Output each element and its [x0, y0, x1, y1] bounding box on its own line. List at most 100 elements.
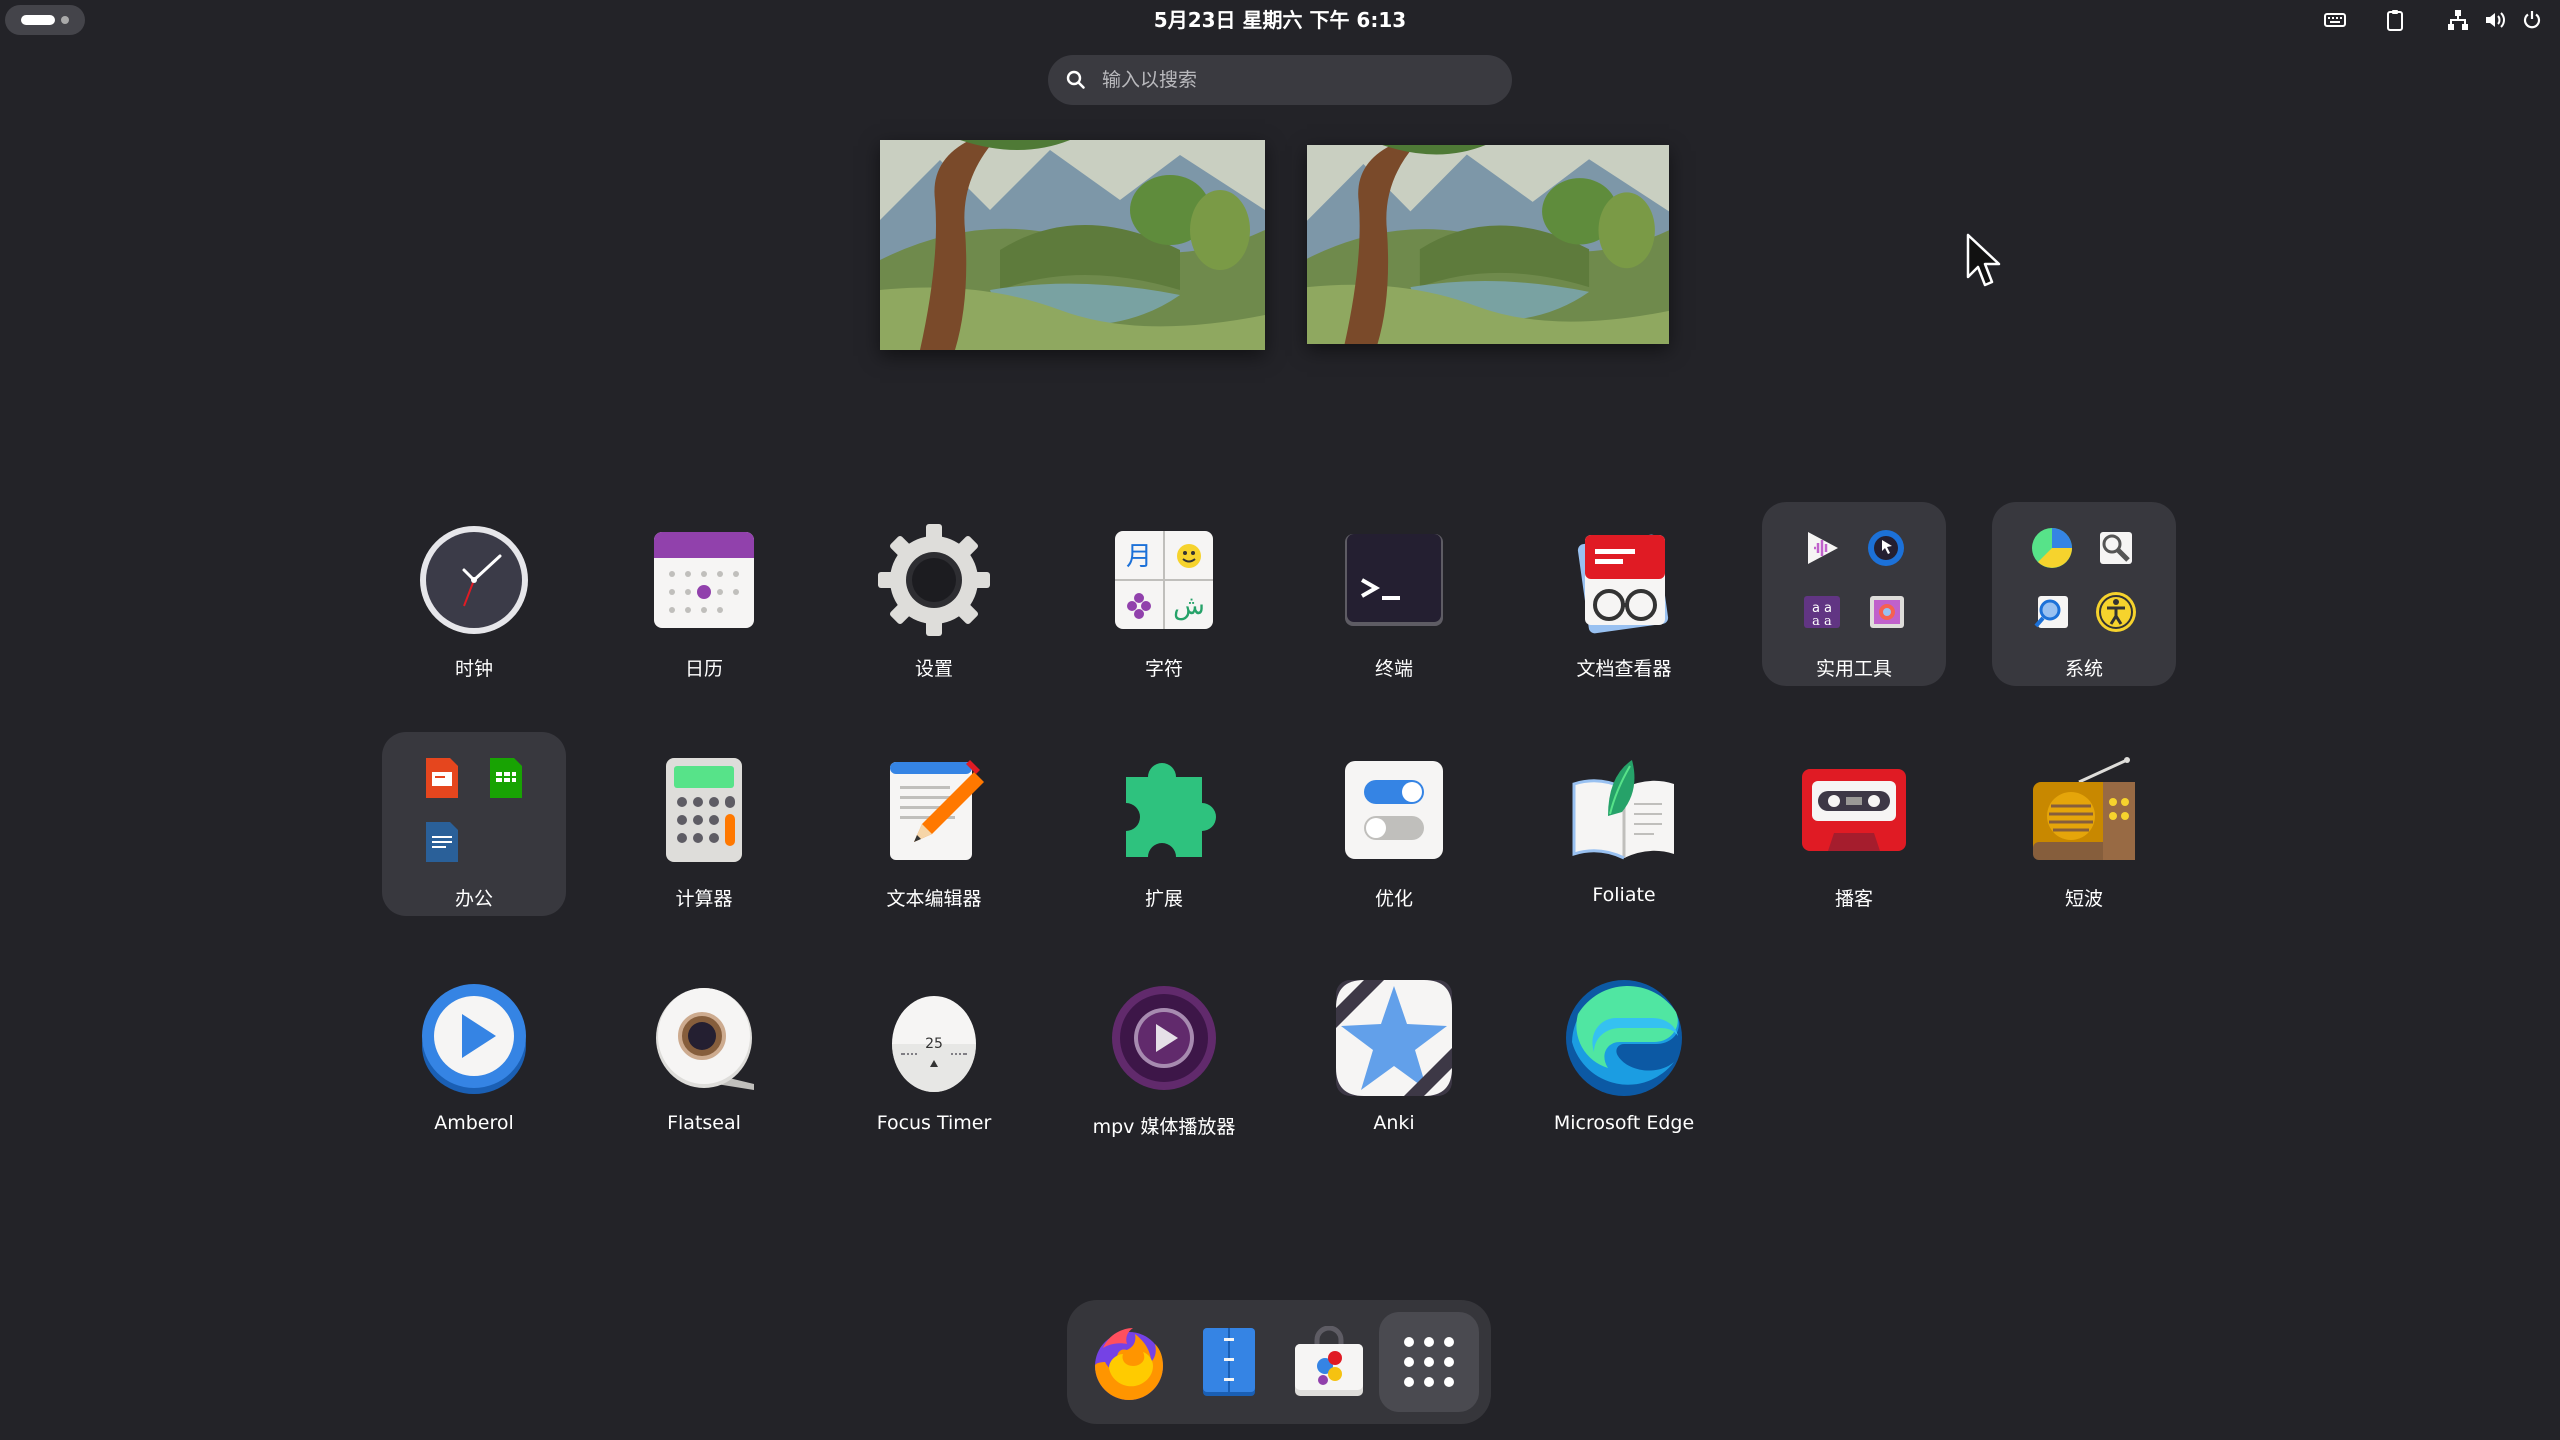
app-flatseal[interactable]: Flatseal	[612, 960, 796, 1144]
system-tools-icon	[2086, 518, 2146, 578]
clipboard-icon[interactable]	[2383, 8, 2407, 32]
libreoffice-writer-icon	[412, 812, 472, 872]
app-clock[interactable]: 时钟	[382, 502, 566, 686]
clock-date-time[interactable]: 5月23日 星期六 下午 6:13	[1080, 0, 1480, 40]
calculator-icon	[642, 748, 766, 872]
dock-show-apps[interactable]	[1379, 1312, 1479, 1412]
clock-icon	[412, 518, 536, 642]
search-input[interactable]	[1100, 68, 1484, 92]
flatseal-tape-icon	[642, 976, 766, 1100]
search-files-icon	[2022, 582, 2082, 642]
software-store-icon	[1295, 1326, 1363, 1396]
app-label: 文本编辑器	[886, 888, 982, 910]
app-tweaks[interactable]: 优化	[1302, 732, 1486, 916]
image-viewer-icon	[1856, 582, 1916, 642]
activities-button[interactable]	[5, 5, 85, 35]
search-bar[interactable]	[1048, 55, 1512, 105]
document-viewer-icon	[1562, 518, 1686, 642]
network-icon[interactable]	[2446, 8, 2470, 32]
app-extensions[interactable]: 扩展	[1072, 732, 1256, 916]
app-terminal[interactable]: 终端	[1302, 502, 1486, 686]
mouse-cursor-icon	[1966, 233, 2001, 287]
app-calendar[interactable]: 日历	[612, 502, 796, 686]
volume-icon[interactable]	[2483, 8, 2507, 32]
dock	[1067, 1300, 1491, 1424]
shortwave-radio-icon	[2022, 748, 2146, 872]
timer-number: 25	[872, 1029, 996, 1052]
dock-software[interactable]	[1279, 1312, 1379, 1412]
terminal-icon	[1332, 518, 1456, 642]
wallpaper-image	[1307, 145, 1669, 344]
settings-gear-icon	[872, 518, 996, 642]
app-label: 实用工具	[1815, 658, 1892, 680]
wallpaper-image	[880, 140, 1265, 350]
app-label: 扩展	[1144, 888, 1183, 910]
app-microsoft-edge[interactable]: Microsoft Edge	[1532, 960, 1716, 1144]
mpv-player-icon	[1102, 976, 1226, 1100]
app-label: 优化	[1374, 888, 1413, 910]
app-characters[interactable]: 月ش 字符	[1072, 502, 1256, 686]
accessibility-icon	[2086, 582, 2146, 642]
system-folder-icon	[2022, 518, 2146, 642]
office-folder-icon	[412, 748, 536, 872]
app-label: 办公	[454, 888, 493, 910]
power-icon[interactable]	[2520, 8, 2544, 32]
files-icon	[1203, 1328, 1255, 1396]
app-label: mpv 媒体播放器	[1092, 1116, 1236, 1138]
app-label: 短波	[2064, 888, 2103, 910]
libreoffice-impress-icon	[412, 748, 472, 808]
app-label: Foliate	[1592, 884, 1656, 906]
text-editor-icon	[872, 748, 996, 872]
app-amberol[interactable]: Amberol	[382, 960, 566, 1144]
utilities-folder-icon: a aa a	[1792, 518, 1916, 642]
app-text-editor[interactable]: 文本编辑器	[842, 732, 1026, 916]
workspace-thumbnail-1[interactable]	[880, 140, 1265, 350]
app-label: 计算器	[675, 888, 733, 910]
app-label: 设置	[914, 658, 953, 680]
app-settings[interactable]: 设置	[842, 502, 1026, 686]
amberol-play-icon	[412, 976, 536, 1100]
app-shortwave[interactable]: 短波	[1992, 732, 2176, 916]
app-label: Focus Timer	[876, 1112, 992, 1134]
dock-files[interactable]	[1179, 1312, 1279, 1412]
app-mpv[interactable]: mpv 媒体播放器	[1072, 960, 1256, 1144]
calendar-icon	[642, 518, 766, 642]
font-viewer-icon: a aa a	[1792, 582, 1852, 642]
timer-number-text: 25	[925, 1035, 943, 1052]
app-podcasts[interactable]: 播客	[1762, 732, 1946, 916]
show-apps-grid-icon	[1404, 1337, 1454, 1387]
keyboard-icon[interactable]	[2323, 8, 2347, 32]
app-label: 日历	[684, 658, 723, 680]
firefox-icon	[1095, 1328, 1163, 1400]
workspace-indicator-active	[21, 15, 55, 25]
app-label: 文档查看器	[1576, 658, 1672, 680]
system-tray[interactable]	[2280, 0, 2560, 40]
foliate-book-icon	[1562, 748, 1686, 872]
dock-firefox[interactable]	[1079, 1312, 1179, 1412]
app-anki[interactable]: Anki	[1302, 960, 1486, 1144]
sound-recorder-icon	[1792, 518, 1852, 578]
app-document-viewer[interactable]: 文档查看器	[1532, 502, 1716, 686]
podcasts-cassette-icon	[1792, 748, 1916, 872]
app-foliate[interactable]: Foliate	[1532, 732, 1716, 916]
search-icon	[1066, 70, 1085, 89]
workspace-thumbnail-2[interactable]	[1307, 145, 1669, 344]
top-bar: 5月23日 星期六 下午 6:13	[0, 0, 2560, 40]
app-focus-timer[interactable]: 25 Focus Timer	[842, 960, 1026, 1144]
libreoffice-calc-icon	[476, 748, 536, 808]
app-label: Microsoft Edge	[1553, 1112, 1695, 1134]
folder-system[interactable]: 系统	[1992, 502, 2176, 686]
focus-timer-egg-icon: 25	[872, 976, 996, 1100]
app-label: 播客	[1834, 888, 1873, 910]
disk-usage-icon	[2022, 518, 2082, 578]
app-calculator[interactable]: 计算器	[612, 732, 796, 916]
app-label: Anki	[1373, 1112, 1415, 1134]
tweaks-toggle-icon	[1332, 748, 1456, 872]
app-label: 终端	[1374, 658, 1413, 680]
workspace-indicator-dot	[61, 16, 69, 24]
folder-utilities[interactable]: a aa a 实用工具	[1762, 502, 1946, 686]
app-label: Flatseal	[667, 1112, 741, 1134]
characters-icon: 月ش	[1102, 518, 1226, 642]
app-label: 时钟	[454, 658, 493, 680]
folder-office[interactable]: 办公	[382, 732, 566, 916]
